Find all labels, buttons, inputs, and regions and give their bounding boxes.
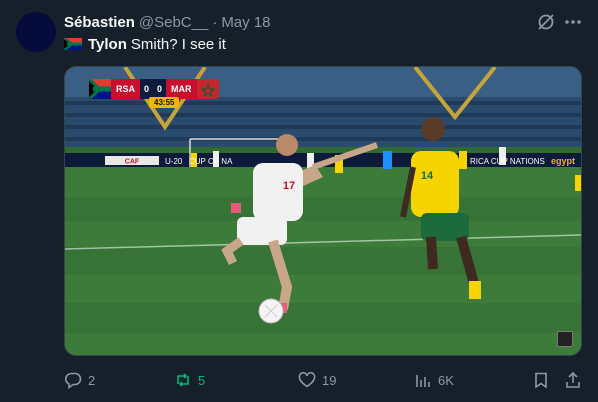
board-right-text: RICA CUP NATIONS: [470, 157, 545, 166]
board-mid-text: CUP OF NA: [189, 157, 233, 166]
mention-link[interactable]: Tylon: [88, 36, 127, 53]
share-icon: [566, 371, 580, 388]
avatar[interactable]: [16, 12, 56, 52]
tweet-text: Tylon Smith? I see it: [64, 34, 226, 54]
author-name[interactable]: Sébastien: [64, 14, 135, 31]
like-button[interactable]: 19: [298, 370, 336, 390]
tweet-body-text: Smith? I see it: [130, 35, 226, 53]
morocco-flag-icon: [196, 79, 219, 99]
south-africa-flag-icon: [89, 79, 111, 99]
match-clock: 43:55: [149, 97, 180, 108]
separator-dot: ·: [212, 13, 218, 31]
away-score: 0: [153, 79, 167, 99]
tweet-actions: 2 5 19 6K: [64, 370, 584, 390]
board-egypt-text: egypt: [551, 156, 575, 166]
bookmark-button[interactable]: [532, 370, 556, 390]
reply-icon: [65, 372, 82, 389]
repost-count: 5: [198, 372, 206, 388]
tweet-date[interactable]: May 18: [221, 14, 270, 31]
media-badge-icon: [557, 331, 573, 347]
repost-icon: [177, 373, 189, 387]
tweet-media-image[interactable]: CAF U-20 CUP OF NA RICA CUP NATIONS egyp…: [64, 66, 582, 356]
tweet-header: Sébastien @SebC__ · May 18: [64, 12, 271, 32]
south-africa-flag-icon: [64, 38, 82, 50]
player-number-right: 14: [421, 170, 434, 182]
share-button[interactable]: [564, 370, 588, 390]
away-team-code: MAR: [166, 79, 197, 99]
board-brand-text: CAF: [125, 159, 140, 166]
reply-button[interactable]: 2: [64, 370, 95, 390]
match-photo: CAF U-20 CUP OF NA RICA CUP NATIONS egyp…: [65, 67, 581, 355]
views-chart-icon: [416, 375, 430, 387]
bookmark-icon: [535, 372, 547, 389]
views-count: 6K: [438, 372, 454, 388]
player-number-left: 17: [283, 180, 295, 192]
more-options-icon[interactable]: [562, 12, 584, 32]
tweet-card[interactable]: Sébastien @SebC__ · May 18 Tylon Smith? …: [0, 0, 598, 402]
reply-count: 2: [88, 372, 96, 388]
board-left-text: U-20: [165, 157, 183, 166]
repost-button[interactable]: 5: [174, 370, 205, 390]
views-button[interactable]: 6K: [414, 370, 454, 390]
scorebug: RSA 0 0 MAR: [89, 79, 219, 99]
like-count: 19: [322, 372, 337, 388]
author-handle[interactable]: @SebC__: [139, 14, 208, 31]
home-team-code: RSA: [111, 79, 141, 99]
grok-icon[interactable]: [536, 12, 556, 32]
home-score: 0: [140, 79, 154, 99]
heart-icon: [298, 371, 316, 388]
